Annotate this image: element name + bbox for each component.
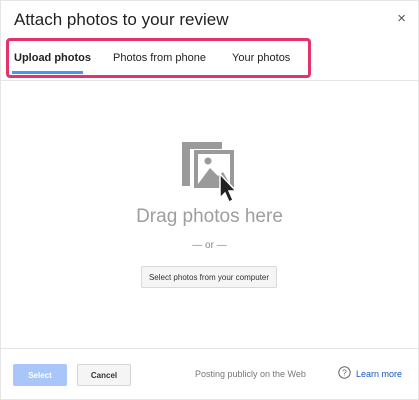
- close-icon[interactable]: ×: [397, 11, 406, 26]
- tab-upload-photos[interactable]: Upload photos: [14, 52, 91, 64]
- tabs-divider: [1, 80, 418, 81]
- active-tab-indicator: [12, 71, 83, 74]
- tab-your-photos[interactable]: Your photos: [232, 52, 290, 64]
- attach-photos-dialog: Attach photos to your review × Upload ph…: [0, 0, 419, 400]
- dialog-title: Attach photos to your review: [14, 10, 229, 29]
- dialog-footer: Select Cancel Posting publicly on the We…: [1, 349, 418, 399]
- select-from-computer-button[interactable]: Select photos from your computer: [141, 266, 277, 288]
- learn-more-link[interactable]: Learn more: [356, 369, 402, 379]
- posting-publicly-text: Posting publicly on the Web: [195, 369, 306, 379]
- cancel-button[interactable]: Cancel: [77, 364, 131, 386]
- question-circle-icon[interactable]: ?: [338, 366, 351, 379]
- or-separator: — or —: [192, 240, 227, 251]
- image-upload-icon: [182, 142, 238, 204]
- svg-text:?: ?: [342, 368, 347, 378]
- drag-photos-text: Drag photos here: [136, 206, 283, 227]
- select-button[interactable]: Select: [13, 364, 67, 386]
- tab-photos-from-phone[interactable]: Photos from phone: [113, 52, 206, 64]
